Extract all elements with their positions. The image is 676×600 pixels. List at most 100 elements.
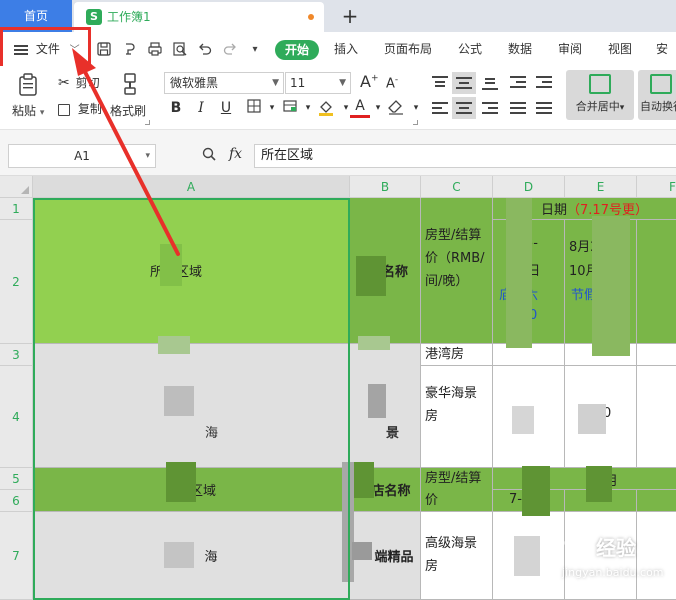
select-all-button[interactable] (0, 176, 33, 198)
cell-d5[interactable]: 月 (493, 468, 676, 490)
cell-b7-text: 端精品 (374, 550, 414, 565)
column-header-f[interactable]: F (637, 176, 676, 198)
auto-wrap-button[interactable]: 自动换行 (638, 70, 676, 120)
fill-color-icon[interactable] (316, 98, 336, 118)
save-icon[interactable] (94, 41, 114, 59)
cell-a4-value: 海 (204, 425, 218, 441)
row-header-7[interactable]: 7 (0, 512, 33, 600)
clipboard-group-launcher-icon[interactable] (145, 120, 150, 125)
copy-icon (58, 103, 70, 116)
justify-icon[interactable] (508, 100, 528, 118)
font-color-icon[interactable]: A (350, 98, 370, 118)
cell-b5-text: 店名称 (371, 484, 411, 499)
redo-icon[interactable] (220, 41, 240, 59)
font-color-chevron-icon[interactable]: ▾ (368, 98, 388, 118)
bold-icon[interactable]: B (166, 98, 186, 118)
align-bottom-icon[interactable] (480, 74, 500, 92)
font-name-select[interactable]: 微软雅黑 ▼ (164, 72, 284, 94)
border-icon[interactable] (244, 98, 264, 118)
cell-c3[interactable]: 港湾房 (421, 344, 493, 366)
cell-a1[interactable]: 所在区域 (33, 198, 350, 344)
cell-c5[interactable]: 房型/结算价 (421, 468, 493, 512)
merge-center-button[interactable]: 合并居中▾ (566, 70, 634, 120)
tab-home[interactable]: 首页 (0, 0, 72, 32)
menu-tab-view[interactable]: 视图 (608, 32, 632, 66)
redaction-block (512, 406, 534, 434)
decrease-font-icon[interactable]: A- (386, 75, 398, 91)
menu-tab-formulas[interactable]: 公式 (458, 32, 482, 66)
tab-workbook-label: 工作簿1 (107, 10, 151, 24)
indent-increase-icon[interactable] (534, 74, 554, 92)
cell-f6[interactable] (637, 490, 676, 512)
formula-input[interactable]: 所在区域 (254, 144, 676, 168)
print-preview-icon[interactable] (170, 41, 190, 59)
column-header-a[interactable]: A (33, 176, 350, 198)
align-top-icon[interactable] (430, 74, 450, 92)
align-left-icon[interactable] (430, 100, 450, 118)
insert-function-icon[interactable]: fx (229, 146, 242, 162)
paste-label: 粘贴 ▾ (12, 104, 45, 118)
redaction-block (166, 462, 196, 502)
column-header-d[interactable]: D (493, 176, 565, 198)
cell-style-icon[interactable] (280, 98, 300, 118)
row-header-4[interactable]: 4 (0, 366, 33, 468)
column-header-c[interactable]: C (421, 176, 493, 198)
cell-f3[interactable] (637, 344, 676, 366)
border-chevron-icon[interactable]: ▾ (262, 98, 282, 118)
distributed-align-icon[interactable] (534, 100, 554, 118)
customize-toolbar-icon[interactable]: ▾ (245, 41, 265, 59)
row-header-1[interactable]: 1 (0, 198, 33, 220)
baidu-paw-icon (564, 534, 588, 562)
redaction-block (352, 462, 374, 498)
cut-button[interactable]: ✂ 剪切 (58, 74, 100, 91)
menu-tab-start[interactable]: 开始 (275, 40, 319, 60)
row-header-5[interactable]: 5 (0, 468, 33, 490)
add-tab-button[interactable]: + (338, 2, 362, 30)
format-painter-button[interactable] (110, 72, 150, 99)
zoom-search-icon[interactable] (201, 146, 219, 164)
font-size-select[interactable]: 11 ▼ (285, 72, 351, 94)
watermark-brand: 经验 (596, 536, 636, 560)
redaction-block (358, 336, 390, 350)
row-header-2[interactable]: 2 (0, 220, 33, 344)
paint-brush-icon (124, 73, 136, 95)
tab-workbook[interactable]: S 工作簿1 (74, 2, 324, 32)
auto-wrap-label: 自动换行 (640, 100, 676, 113)
watermark: 经验 jingyan.baidu.com (560, 532, 676, 584)
menu-tab-security[interactable]: 安全 (656, 32, 676, 90)
indent-decrease-icon[interactable] (508, 74, 528, 92)
cell-c4[interactable]: 豪华海景房 (421, 366, 493, 468)
italic-icon[interactable]: I (191, 98, 211, 118)
increase-font-icon[interactable]: A+ (360, 72, 379, 91)
underline-icon[interactable]: U (216, 98, 236, 118)
cell-style-chevron-icon[interactable]: ▾ (298, 98, 318, 118)
clear-format-icon[interactable] (386, 98, 406, 118)
align-middle-icon[interactable] (452, 72, 476, 94)
copy-button[interactable]: 复制 (58, 100, 102, 117)
align-center-icon[interactable] (452, 97, 476, 119)
cell-f4[interactable] (637, 366, 676, 468)
redaction-block (352, 542, 372, 560)
font-group-launcher-icon[interactable] (413, 120, 418, 125)
cell-f2[interactable] (637, 220, 676, 344)
cell-c1[interactable]: 房型/结算价（RMB/间/晚） (421, 198, 493, 344)
undo-icon[interactable] (195, 41, 215, 59)
file-menu-button[interactable]: 文件 ﹀ (4, 32, 88, 66)
print-icon[interactable] (145, 41, 165, 59)
name-box[interactable]: A1 ▾ (8, 144, 156, 168)
align-right-icon[interactable] (480, 100, 500, 118)
scissors-icon: ✂ (58, 75, 70, 91)
paste-button[interactable] (10, 72, 46, 101)
column-header-e[interactable]: E (565, 176, 637, 198)
menu-tab-review[interactable]: 审阅 (558, 32, 582, 66)
menu-tab-insert[interactable]: 插入 (334, 32, 358, 66)
row-header-6[interactable]: 6 (0, 490, 33, 512)
clipboard-icon (19, 73, 37, 96)
menu-tab-page-layout[interactable]: 页面布局 (384, 32, 432, 66)
column-header-b[interactable]: B (350, 176, 421, 198)
row-header-3[interactable]: 3 (0, 344, 33, 366)
export-icon[interactable] (120, 41, 140, 59)
cell-c7[interactable]: 高级海景房 (421, 512, 493, 600)
menu-tab-data[interactable]: 数据 (508, 32, 532, 66)
clear-format-chevron-icon[interactable]: ▾ (406, 98, 426, 118)
